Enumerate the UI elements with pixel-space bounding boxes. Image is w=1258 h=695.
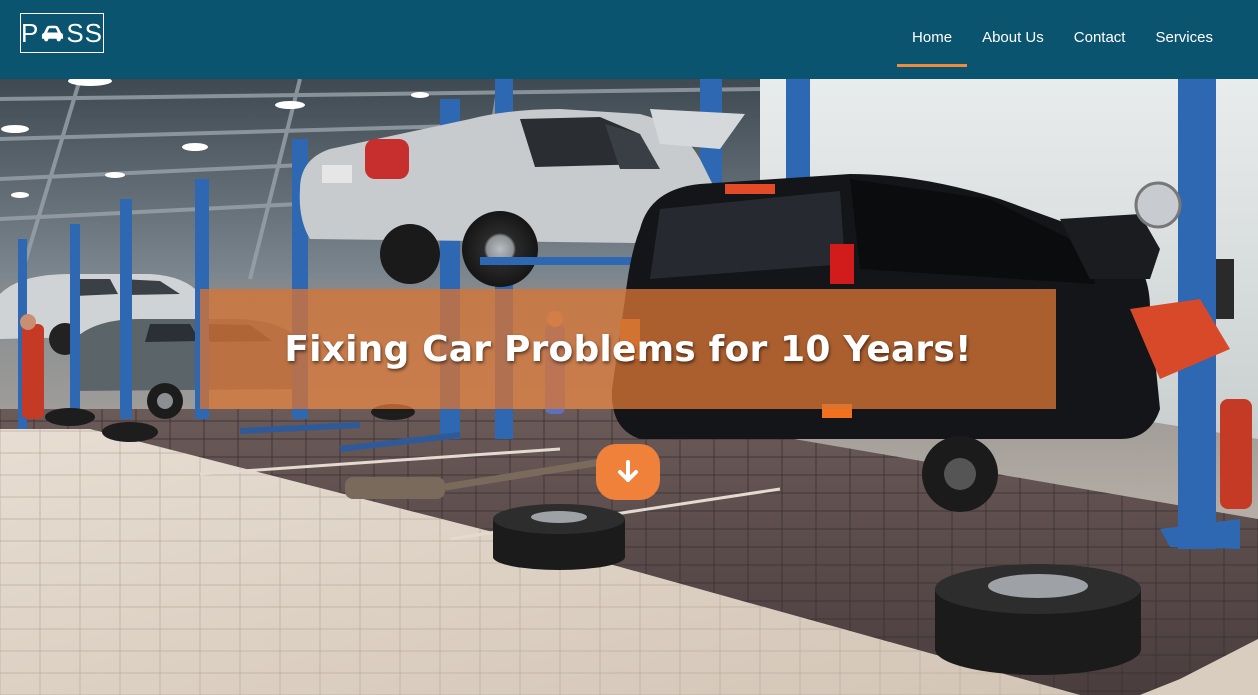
logo-letters-ss: SS	[66, 18, 103, 48]
nav-about-us-label: About Us	[982, 29, 1044, 46]
hero-title: Fixing Car Problems for 10 Years!	[284, 328, 972, 370]
nav-contact[interactable]: Contact	[1059, 0, 1141, 79]
nav-home-label: Home	[912, 29, 953, 46]
logo-letter-p: P	[21, 18, 40, 48]
nav-services[interactable]: Services	[1140, 0, 1228, 79]
hero-banner: Fixing Car Problems for 10 Years!	[200, 289, 1056, 409]
nav-services-label: Services	[1155, 29, 1213, 46]
scroll-down-button[interactable]	[596, 444, 660, 500]
top-navbar: P SS Home About Us Contact Services	[0, 0, 1258, 79]
car-icon	[42, 25, 64, 42]
nav-about-us[interactable]: About Us	[967, 0, 1059, 79]
nav-home[interactable]: Home	[897, 0, 968, 79]
nav-contact-label: Contact	[1073, 29, 1126, 46]
hero-section: Fixing Car Problems for 10 Years!	[0, 79, 1258, 695]
main-nav: Home About Us Contact Services	[897, 0, 1228, 79]
arrow-down-icon	[618, 460, 638, 482]
site-logo[interactable]: P SS	[20, 13, 104, 53]
